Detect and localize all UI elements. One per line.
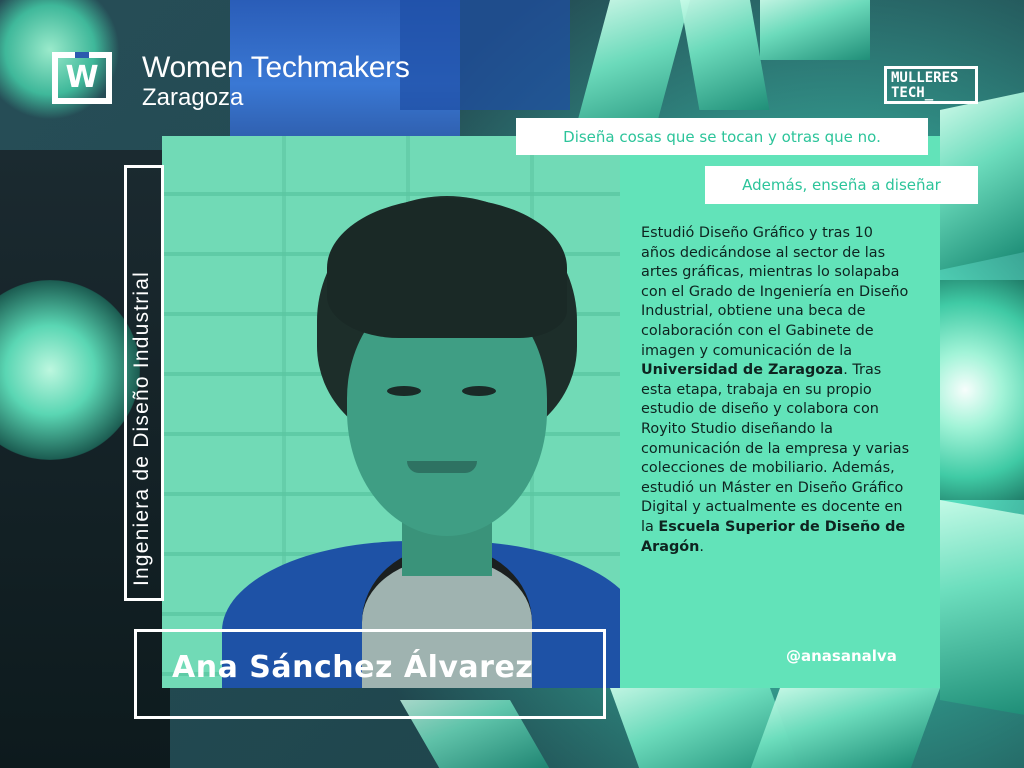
wtm-letter: W [65, 60, 99, 95]
wtm-logo: W Women Techmakers Zaragoza [52, 52, 410, 112]
petal-decoration [750, 688, 940, 768]
biography: Estudió Diseño Gráfico y tras 10 años de… [641, 224, 911, 557]
petal-decoration [760, 0, 870, 60]
bio-bold-school: Escuela Superior de Diseño de Aragón [641, 518, 906, 555]
bio-text-3: . [699, 538, 704, 555]
wtm-wordmark: Women Techmakers Zaragoza [142, 52, 410, 112]
background-blue-shape-2 [400, 0, 570, 110]
brand-subtitle: Zaragoza [142, 84, 244, 111]
petal-decoration [680, 0, 770, 110]
partner-line-2: TECH_ [891, 85, 934, 101]
bio-bold-university: Universidad de Zaragoza [641, 362, 844, 379]
eye-right [462, 386, 496, 396]
speaker-name: Ana Sánchez Álvarez [172, 650, 534, 685]
brand-title: Women Techmakers [142, 51, 410, 84]
tagline-1: Diseña cosas que se tocan y otras que no… [516, 118, 928, 155]
smile [407, 461, 477, 473]
social-handle: @anasanalva [786, 647, 897, 665]
tagline-2: Además, enseña a diseñar [705, 166, 978, 204]
eye-left [387, 386, 421, 396]
mulleres-tech-logo: MULLERES TECH_ [884, 66, 978, 104]
petal-decoration [940, 500, 1024, 715]
bio-text-1: Estudió Diseño Gráfico y tras 10 años de… [641, 225, 909, 359]
hair-fringe [327, 198, 567, 338]
poster: W Women Techmakers Zaragoza MULLERES TEC… [0, 0, 1024, 768]
petal-decoration [940, 280, 1024, 500]
portrait-photo [162, 136, 620, 688]
partner-line-1: MULLERES [891, 70, 959, 86]
wtm-brackets-icon: W [52, 52, 112, 104]
bio-text-2: . Tras esta etapa, trabaja en su propio … [641, 362, 910, 535]
role-label: Ingeniera de Diseño Industrial [130, 270, 153, 586]
